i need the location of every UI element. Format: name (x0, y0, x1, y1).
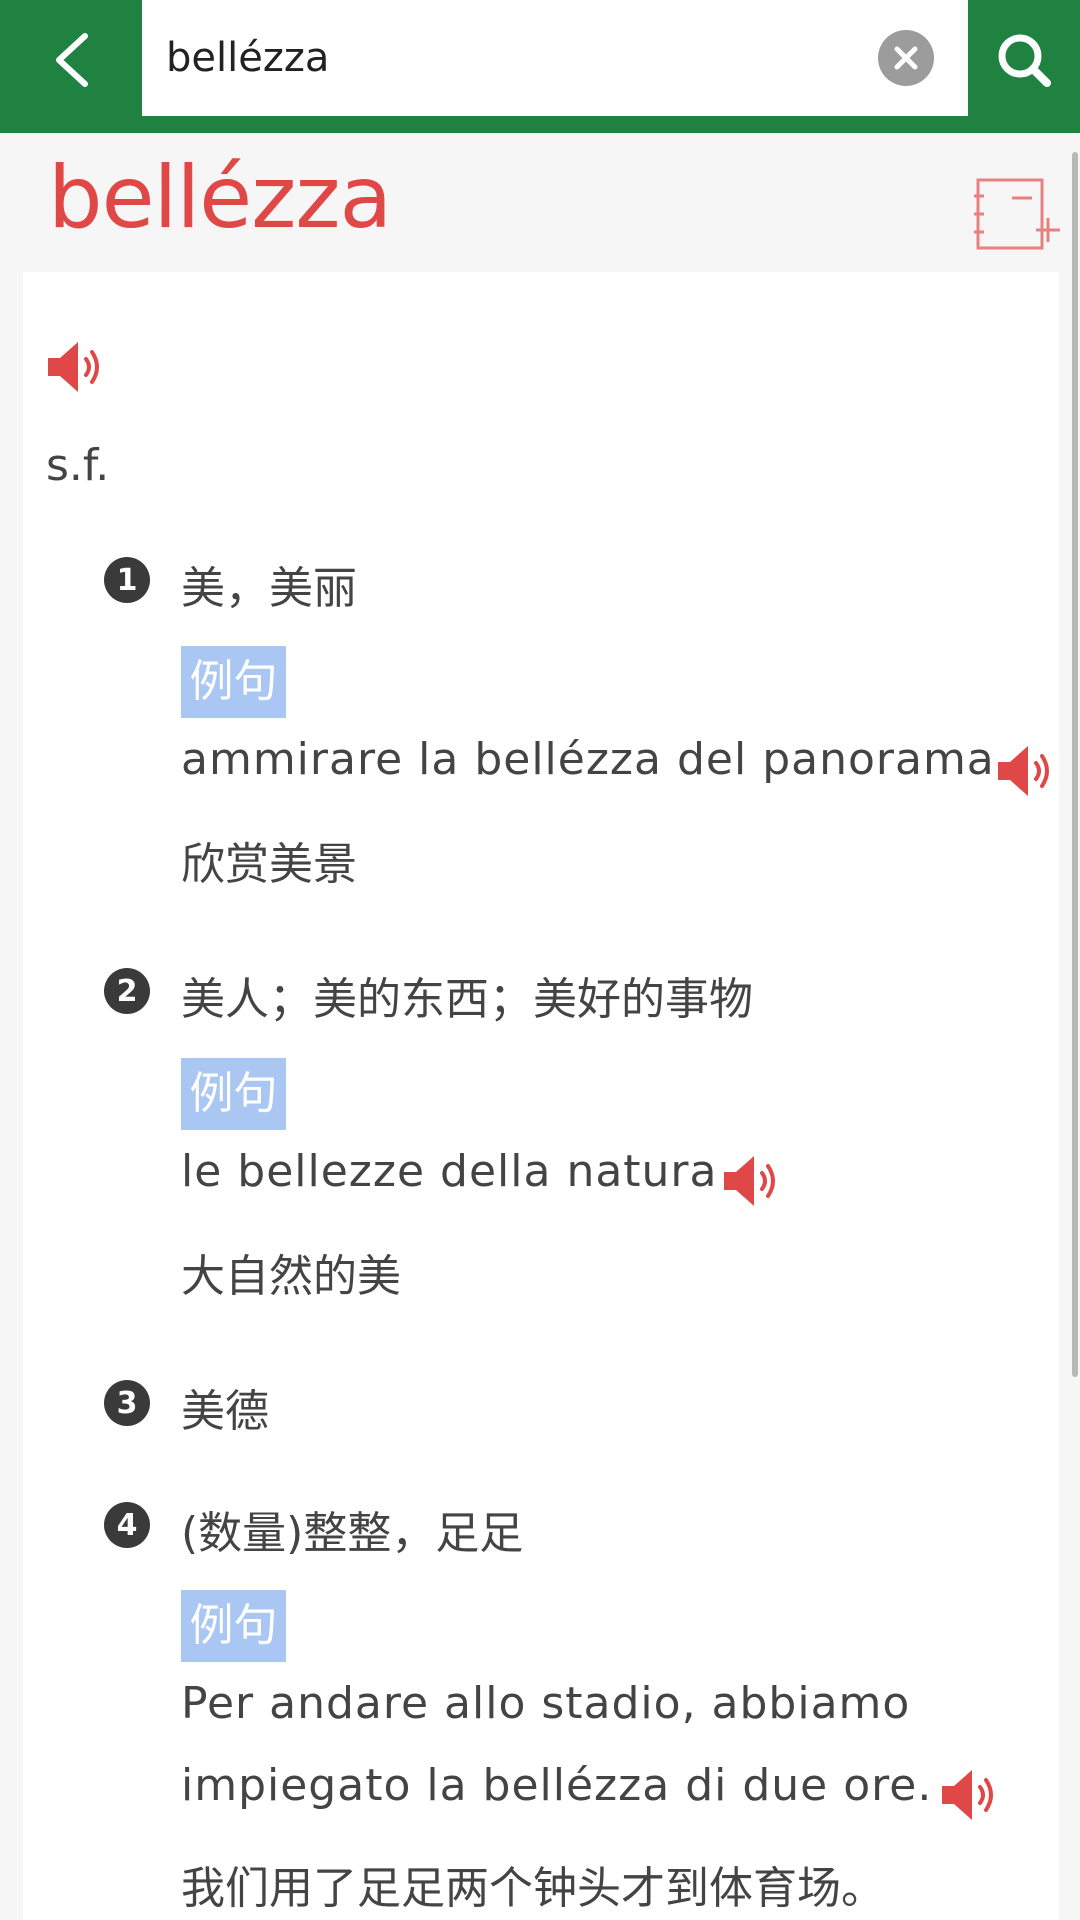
clear-search-button[interactable] (878, 30, 934, 86)
example-tag: 例句 (181, 1058, 286, 1130)
chevron-left-icon (55, 33, 88, 87)
sense-definition: 美人；美的东西；美好的事物 (181, 974, 753, 1025)
search-input[interactable]: bellézza (142, 0, 968, 116)
sense-definition: 美德 (181, 1386, 269, 1437)
sense-number: 1 (104, 557, 150, 603)
sense-definition: 美，美丽 (181, 563, 357, 614)
search-query-text: bellézza (166, 35, 330, 81)
speaker-icon (998, 746, 1049, 796)
close-icon (894, 46, 918, 70)
example-sentence-line-1: Per andare allo stadio, abbiamo (181, 1678, 911, 1729)
headword-pronunciation-button[interactable] (44, 336, 106, 398)
headword: bellézza (48, 148, 392, 248)
search-icon (998, 34, 1051, 87)
example-tag: 例句 (181, 646, 286, 718)
example-translation: 欣赏美景 (181, 839, 357, 890)
example-translation: 大自然的美 (181, 1251, 401, 1302)
example-sentence-line-2: impiegato la bellézza di due ore. (181, 1760, 933, 1811)
example-translation: 我们用了足足两个钟头才到体育场。 (181, 1863, 885, 1914)
part-of-speech: s.f. (46, 440, 110, 491)
sense-number: 3 (104, 1380, 150, 1426)
speaker-icon (942, 1770, 993, 1820)
speaker-icon (48, 342, 99, 392)
example-sentence: ammirare la bellézza del panorama (181, 734, 995, 785)
add-to-wordbook-button[interactable] (972, 176, 1062, 256)
top-bar: bellézza (0, 0, 1080, 133)
example-pronunciation-button[interactable] (720, 1150, 782, 1212)
sense-number: 2 (104, 968, 150, 1014)
add-to-wordbook-icon (974, 178, 1060, 250)
example-tag: 例句 (181, 1590, 286, 1662)
sense-definition: (数量)整整，足足 (181, 1508, 524, 1559)
scrollbar[interactable] (1072, 152, 1078, 1377)
example-sentence: le bellezze della natura (181, 1146, 718, 1197)
sense-number: 4 (104, 1502, 150, 1548)
speaker-icon (724, 1156, 775, 1206)
example-pronunciation-button[interactable] (994, 740, 1056, 802)
search-button[interactable] (968, 0, 1080, 120)
entry-card (23, 272, 1059, 1920)
back-button[interactable] (0, 0, 141, 120)
example-pronunciation-button[interactable] (938, 1764, 1000, 1826)
